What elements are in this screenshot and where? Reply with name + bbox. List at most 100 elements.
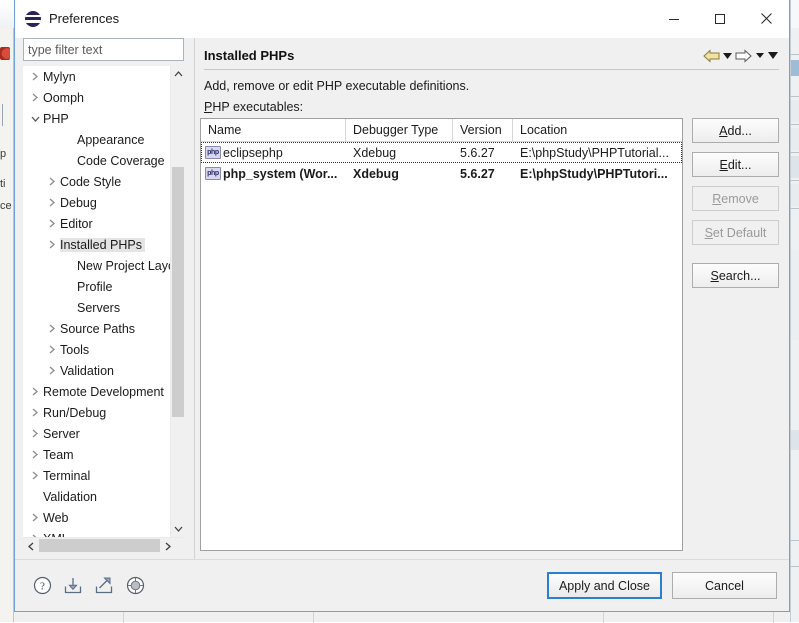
sidebar-item-terminal[interactable]: Terminal: [23, 465, 170, 486]
sidebar-item-team[interactable]: Team: [23, 444, 170, 465]
tree-vertical-scrollbar[interactable]: [170, 66, 184, 537]
cell-name: phpeclipsephp: [201, 142, 346, 163]
scroll-down-arrow-icon[interactable]: [171, 521, 184, 537]
restore-defaults-icon[interactable]: [124, 575, 146, 597]
sidebar-item-installed-phps[interactable]: Installed PHPs: [23, 234, 170, 255]
table-row[interactable]: phpphp_system (Wor...Xdebug5.6.27E:\phpS…: [201, 163, 682, 184]
sidebar-item-xml[interactable]: XML: [23, 528, 170, 537]
background-text-fragment: p: [0, 148, 14, 160]
close-button[interactable]: [743, 4, 789, 34]
column-header-location[interactable]: Location: [513, 119, 682, 142]
sidebar-item-validation[interactable]: Validation: [23, 486, 170, 507]
preferences-tree-pane: Mylyn Oomph PHPAppearanceCode Coverage Code…: [15, 38, 192, 559]
sidebar-item-web[interactable]: Web: [23, 507, 170, 528]
sidebar-item-debug[interactable]: Debug: [23, 192, 170, 213]
add-button[interactable]: Add...: [692, 118, 779, 143]
export-icon[interactable]: [93, 575, 115, 597]
search-input[interactable]: [24, 43, 183, 57]
background-strip: [791, 128, 799, 150]
filter-box[interactable]: [23, 38, 184, 61]
forward-arrow-icon[interactable]: [734, 46, 753, 65]
table-empty-row: [201, 373, 682, 394]
sidebar-item-remote-development[interactable]: Remote Development: [23, 381, 170, 402]
table-row[interactable]: phpeclipsephpXdebug5.6.27E:\phpStudy\PHP…: [201, 142, 682, 163]
sidebar-item-server[interactable]: Server: [23, 423, 170, 444]
chevron-right-icon: [27, 408, 43, 417]
tree-horizontal-scrollbar[interactable]: [23, 537, 184, 553]
scrollbar-thumb[interactable]: [39, 539, 160, 552]
php-icon: php: [205, 167, 221, 180]
sidebar-item-source-paths[interactable]: Source Paths: [23, 318, 170, 339]
scroll-right-arrow-icon[interactable]: [160, 538, 176, 554]
page-header: Installed PHPs: [200, 38, 779, 69]
cell-version: 5.6.27: [453, 163, 513, 184]
forward-history-dropdown[interactable]: [753, 46, 766, 65]
sidebar-item-profile[interactable]: Profile: [23, 276, 170, 297]
sidebar-item-code-style[interactable]: Code Style: [23, 171, 170, 192]
sidebar-item-servers[interactable]: Servers: [23, 297, 170, 318]
column-header-name[interactable]: Name: [201, 119, 346, 142]
search-button[interactable]: Search...: [692, 263, 779, 288]
sidebar-item-label: Remote Development: [43, 385, 167, 399]
sidebar-item-oomph[interactable]: Oomph: [23, 87, 170, 108]
php-executables-table[interactable]: Name Debugger Type Version Location phpe…: [200, 118, 683, 551]
table-empty-row: [201, 310, 682, 331]
scroll-left-arrow-icon[interactable]: [23, 538, 39, 554]
background-strip: [791, 60, 799, 76]
back-history-dropdown[interactable]: [721, 46, 734, 65]
edit-button[interactable]: Edit...: [692, 152, 779, 177]
table-label: PHP executables:: [200, 93, 779, 118]
apply-and-close-button[interactable]: Apply and Close: [547, 572, 662, 599]
sidebar-item-run-debug[interactable]: Run/Debug: [23, 402, 170, 423]
scrollbar-thumb[interactable]: [172, 167, 184, 417]
sidebar-item-code-coverage[interactable]: Code Coverage: [23, 150, 170, 171]
background-window-right-edge: [790, 0, 799, 622]
view-menu-dropdown[interactable]: [766, 46, 779, 65]
background-text-fragment: ce: [0, 200, 14, 212]
sidebar-item-editor[interactable]: Editor: [23, 213, 170, 234]
cell-location: E:\phpStudy\PHPTutori...: [513, 163, 682, 184]
cancel-button[interactable]: Cancel: [672, 572, 777, 599]
column-header-debugger[interactable]: Debugger Type: [346, 119, 453, 142]
pane-divider[interactable]: [192, 38, 198, 559]
sidebar-item-label: Servers: [77, 301, 123, 315]
dialog-body: Mylyn Oomph PHPAppearanceCode Coverage Code…: [15, 38, 789, 559]
chevron-right-icon: [27, 387, 43, 396]
table-empty-row: [201, 415, 682, 436]
eclipse-icon: [25, 11, 41, 27]
sidebar-item-label: Code Style: [60, 175, 124, 189]
help-icon[interactable]: ?: [31, 575, 53, 597]
background-rule: [791, 54, 799, 55]
chevron-right-icon: [27, 513, 43, 522]
sidebar-item-php[interactable]: PHP: [23, 108, 170, 129]
sidebar-item-appearance[interactable]: Appearance: [23, 129, 170, 150]
minimize-button[interactable]: [651, 4, 697, 34]
page-description: Add, remove or edit PHP executable defin…: [200, 70, 779, 93]
sidebar-item-validation[interactable]: Validation: [23, 360, 170, 381]
sidebar-item-label: Team: [43, 448, 77, 462]
maximize-button[interactable]: [697, 4, 743, 34]
sidebar-item-tools[interactable]: Tools: [23, 339, 170, 360]
back-arrow-icon[interactable]: [702, 46, 721, 65]
sidebar-item-mylyn[interactable]: Mylyn: [23, 66, 170, 87]
svg-text:?: ?: [40, 581, 45, 593]
column-header-version[interactable]: Version: [453, 119, 513, 142]
sidebar-item-label: Tools: [60, 343, 92, 357]
sidebar-item-label: Oomph: [43, 91, 87, 105]
sidebar-item-new-project-layout[interactable]: New Project Layout: [23, 255, 170, 276]
chevron-right-icon: [27, 72, 43, 81]
background-divider: [2, 104, 3, 126]
table-empty-row: [201, 226, 682, 247]
cell-name: phpphp_system (Wor...: [201, 163, 346, 184]
background-rule: [791, 566, 799, 567]
dialog-footer: ?: [15, 559, 789, 611]
background-window-left-edge: p ti ce: [0, 0, 14, 622]
preferences-tree[interactable]: Mylyn Oomph PHPAppearanceCode Coverage Code…: [23, 66, 184, 537]
import-icon[interactable]: [62, 575, 84, 597]
table-empty-row: [201, 205, 682, 226]
cell-text: eclipsephp: [223, 146, 283, 160]
scroll-up-arrow-icon[interactable]: [171, 66, 184, 82]
table-area: Name Debugger Type Version Location phpe…: [200, 118, 779, 559]
background-strip: [791, 100, 799, 122]
background-strip: [791, 250, 799, 340]
